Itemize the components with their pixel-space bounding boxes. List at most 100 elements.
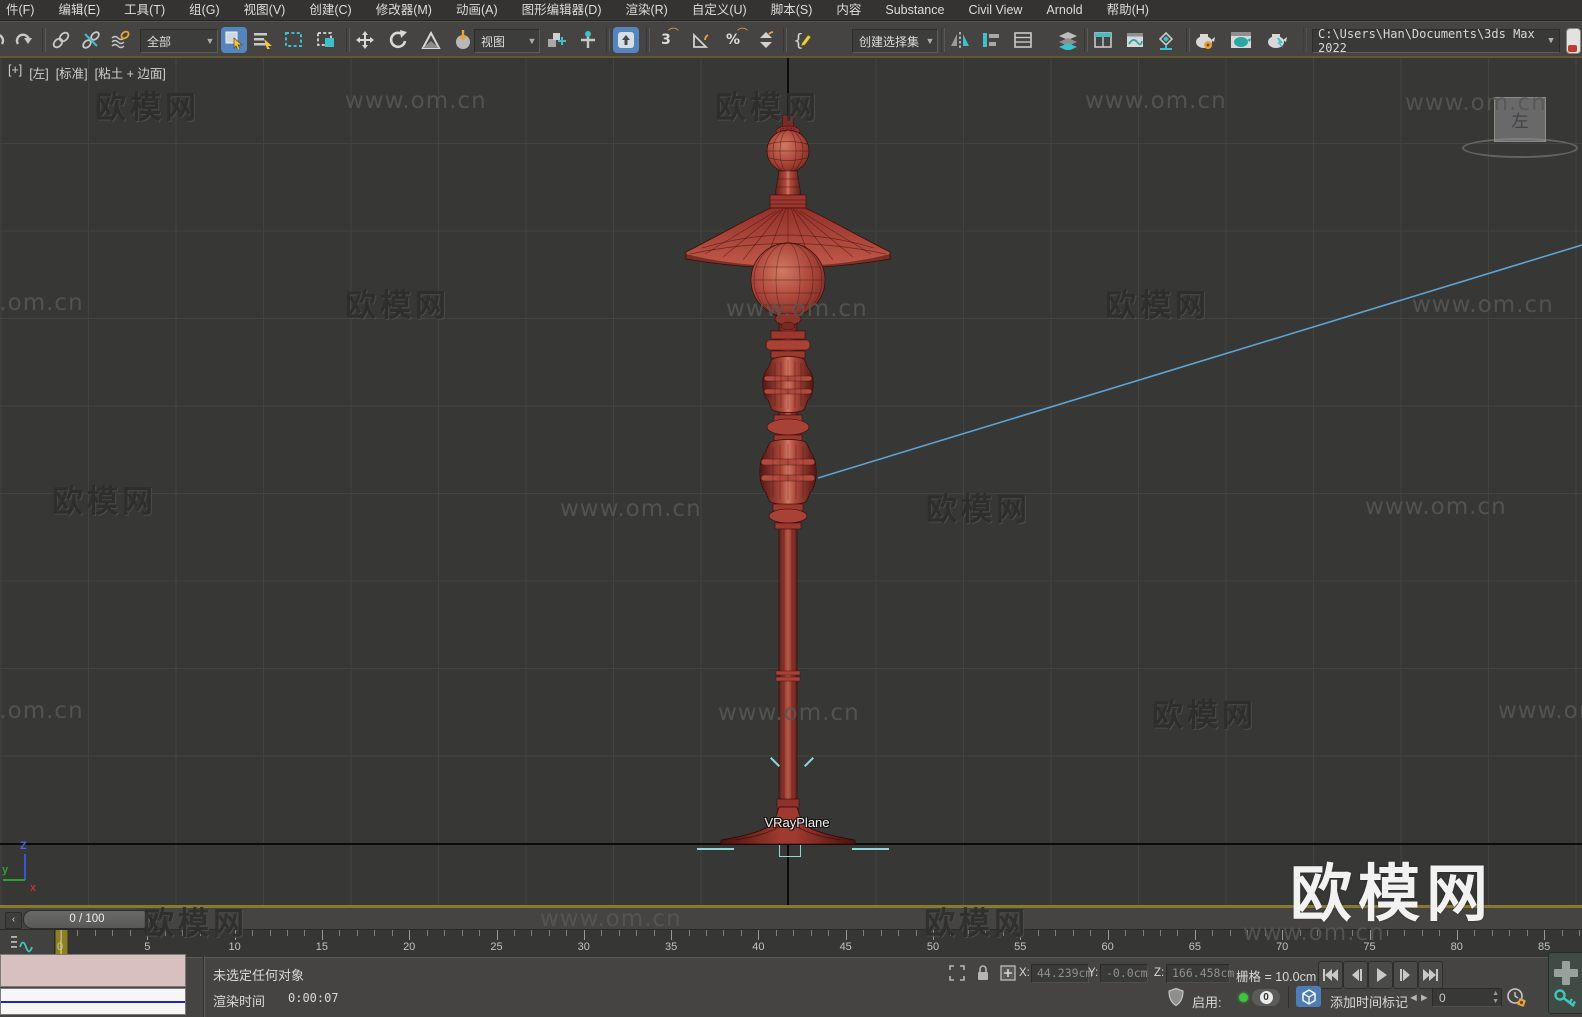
menu-item-7[interactable]: 修改器(M): [370, 0, 438, 20]
time-slider[interactable]: 0 / 100: [23, 910, 151, 929]
time-configuration-icon[interactable]: [1506, 987, 1528, 1009]
menu-item-13[interactable]: 内容: [830, 0, 867, 20]
named-selection-set-dropdown[interactable]: 创建选择集 ▼: [852, 29, 938, 53]
bind-to-space-warp-icon[interactable]: [108, 27, 134, 53]
z-coordinate-field[interactable]: 166.458cm: [1166, 964, 1234, 983]
viewport-left-view[interactable]: [+] [左] [标准] [粘土 + 边面] VRayPlane 左 Z y x: [0, 58, 1582, 905]
render-production-button[interactable]: [1264, 27, 1290, 53]
select-and-manipulate-button[interactable]: [575, 27, 601, 53]
timeline-tick: [182, 930, 184, 936]
project-folder-dropdown[interactable]: C:\Users\Han\Documents\3ds Max 2022 ▼: [1312, 27, 1560, 55]
undo-icon[interactable]: [0, 27, 10, 53]
snap-toggle-3d[interactable]: 3 ⌒: [653, 27, 679, 53]
selection-filter-dropdown[interactable]: 全部 ▼: [140, 29, 218, 53]
percent-snap-toggle[interactable]: % ⌒: [720, 27, 748, 53]
select-and-link-icon[interactable]: [48, 27, 74, 53]
keyboard-shortcut-override-toggle[interactable]: [613, 27, 639, 53]
menu-item-4[interactable]: 组(G): [183, 0, 226, 20]
timeline-tick: [601, 930, 603, 936]
viewcube[interactable]: 左: [1494, 97, 1546, 142]
spinner-snap-toggle[interactable]: [753, 27, 779, 53]
clipped-toolbar-icon[interactable]: [1566, 28, 1581, 54]
menu-item-1[interactable]: 件(F): [0, 0, 40, 20]
toggle-scene-explorer-button[interactable]: [1010, 27, 1036, 53]
named-selection-set-value: 创建选择集: [859, 34, 920, 49]
select-and-scale-button[interactable]: [418, 27, 444, 53]
select-by-name-button[interactable]: [250, 27, 276, 53]
object-name-label[interactable]: VRayPlane: [742, 815, 852, 830]
select-and-move-button[interactable]: [352, 27, 378, 53]
menu-item-12[interactable]: 脚本(S): [765, 0, 819, 20]
menu-item-10[interactable]: 渲染(R): [619, 0, 673, 20]
menu-item-9[interactable]: 图形编辑器(D): [516, 0, 608, 20]
render-setup-button[interactable]: [1192, 27, 1218, 53]
menu-item-2[interactable]: 编辑(E): [52, 0, 106, 20]
menu-item-3[interactable]: 工具(T): [118, 0, 171, 20]
menu-item-5[interactable]: 视图(V): [238, 0, 292, 20]
maxscript-mini-listener-macro[interactable]: [0, 954, 186, 987]
viewport-menu-pov[interactable]: [左]: [29, 63, 48, 82]
selection-region-icon[interactable]: [948, 964, 966, 982]
absolute-mode-icon[interactable]: [998, 963, 1018, 983]
align-button[interactable]: [978, 27, 1004, 53]
set-key-button[interactable]: [1548, 952, 1582, 1014]
timeline-tick: [1561, 930, 1563, 936]
select-and-place-button[interactable]: [450, 27, 476, 53]
menu-item-11[interactable]: 自定义(U): [686, 0, 753, 20]
timeline-tick: [985, 930, 987, 936]
previous-frame-button[interactable]: [1343, 961, 1368, 989]
menu-item-17[interactable]: 帮助(H): [1101, 0, 1155, 20]
axis-x-label: x: [30, 882, 37, 894]
viewcube-face-label[interactable]: 左: [1512, 107, 1529, 132]
angle-snap-toggle[interactable]: [688, 27, 714, 53]
add-time-tag-button[interactable]: 添加时间标记: [1330, 992, 1408, 1011]
isolate-selection-toggle[interactable]: [1296, 986, 1321, 1007]
use-pivot-center-button[interactable]: [543, 27, 569, 53]
viewport-menu-standard[interactable]: [标准]: [56, 63, 88, 82]
viewport-menu-shading[interactable]: [粘土 + 边面]: [95, 63, 166, 82]
unlink-selection-icon[interactable]: [78, 27, 104, 53]
mirror-button[interactable]: [947, 27, 973, 53]
timeline-frame-label: 75: [1363, 941, 1376, 953]
current-frame-field[interactable]: 0 ▲ ▼: [1432, 988, 1502, 1007]
menu-item-16[interactable]: Arnold: [1040, 0, 1088, 20]
go-to-start-button[interactable]: [1318, 961, 1343, 989]
maxscript-mini-listener[interactable]: [0, 988, 186, 1015]
toggle-layer-explorer-button[interactable]: [1055, 27, 1081, 53]
menu-item-8[interactable]: 动画(A): [450, 0, 504, 20]
selection-lock-icon[interactable]: [974, 963, 992, 982]
notification-count-button[interactable]: 0: [1252, 989, 1280, 1006]
mini-curve-editor-icon[interactable]: [10, 933, 44, 955]
timeline-tick: [426, 930, 428, 936]
vrayplane-gizmo-bracket: [779, 845, 801, 857]
select-object-button[interactable]: [221, 27, 247, 53]
rectangular-selection-region-button[interactable]: [281, 27, 307, 53]
go-to-end-button[interactable]: [1418, 961, 1443, 989]
street-lamp-model[interactable]: [655, 95, 925, 865]
reference-coordinate-dropdown[interactable]: 视图 ▼: [474, 29, 540, 53]
z-coordinate-label: Z:: [1154, 967, 1165, 979]
play-animation-button[interactable]: [1368, 961, 1393, 989]
safe-scene-shield-icon[interactable]: [1167, 987, 1185, 1007]
previous-key-button[interactable]: ‹: [5, 912, 22, 929]
schematic-view-button[interactable]: [1153, 27, 1179, 53]
edit-named-selection-sets-button[interactable]: {: [790, 27, 816, 53]
x-coordinate-field[interactable]: 44.239cm: [1031, 964, 1092, 983]
menu-item-14[interactable]: Substance: [879, 0, 950, 20]
viewport-menu-general[interactable]: [+]: [8, 63, 22, 82]
curve-editor-button[interactable]: [1122, 27, 1148, 53]
redo-icon[interactable]: [10, 27, 36, 53]
toggle-ribbon-button[interactable]: [1090, 27, 1116, 53]
spinner-arrows-icon[interactable]: ▲ ▼: [1492, 990, 1499, 1006]
frame-step-arrows[interactable]: ◄►: [1408, 992, 1430, 1004]
select-and-rotate-button[interactable]: [385, 27, 411, 53]
next-key-button[interactable]: ›: [151, 912, 168, 929]
y-coordinate-field[interactable]: -0.0cm: [1100, 964, 1148, 983]
menu-item-15[interactable]: Civil View: [962, 0, 1028, 20]
menu-item-6[interactable]: 创建(C): [303, 0, 357, 20]
timeline-tick: [845, 930, 847, 940]
timeline-ruler[interactable]: 0 5 10 15 20 25 30 35 40 45 50 55 60 65 70 75 80 85: [0, 929, 1582, 958]
rendered-frame-window-button[interactable]: [1228, 27, 1254, 53]
next-frame-button[interactable]: [1393, 961, 1418, 989]
window-crossing-toggle[interactable]: [313, 27, 339, 53]
